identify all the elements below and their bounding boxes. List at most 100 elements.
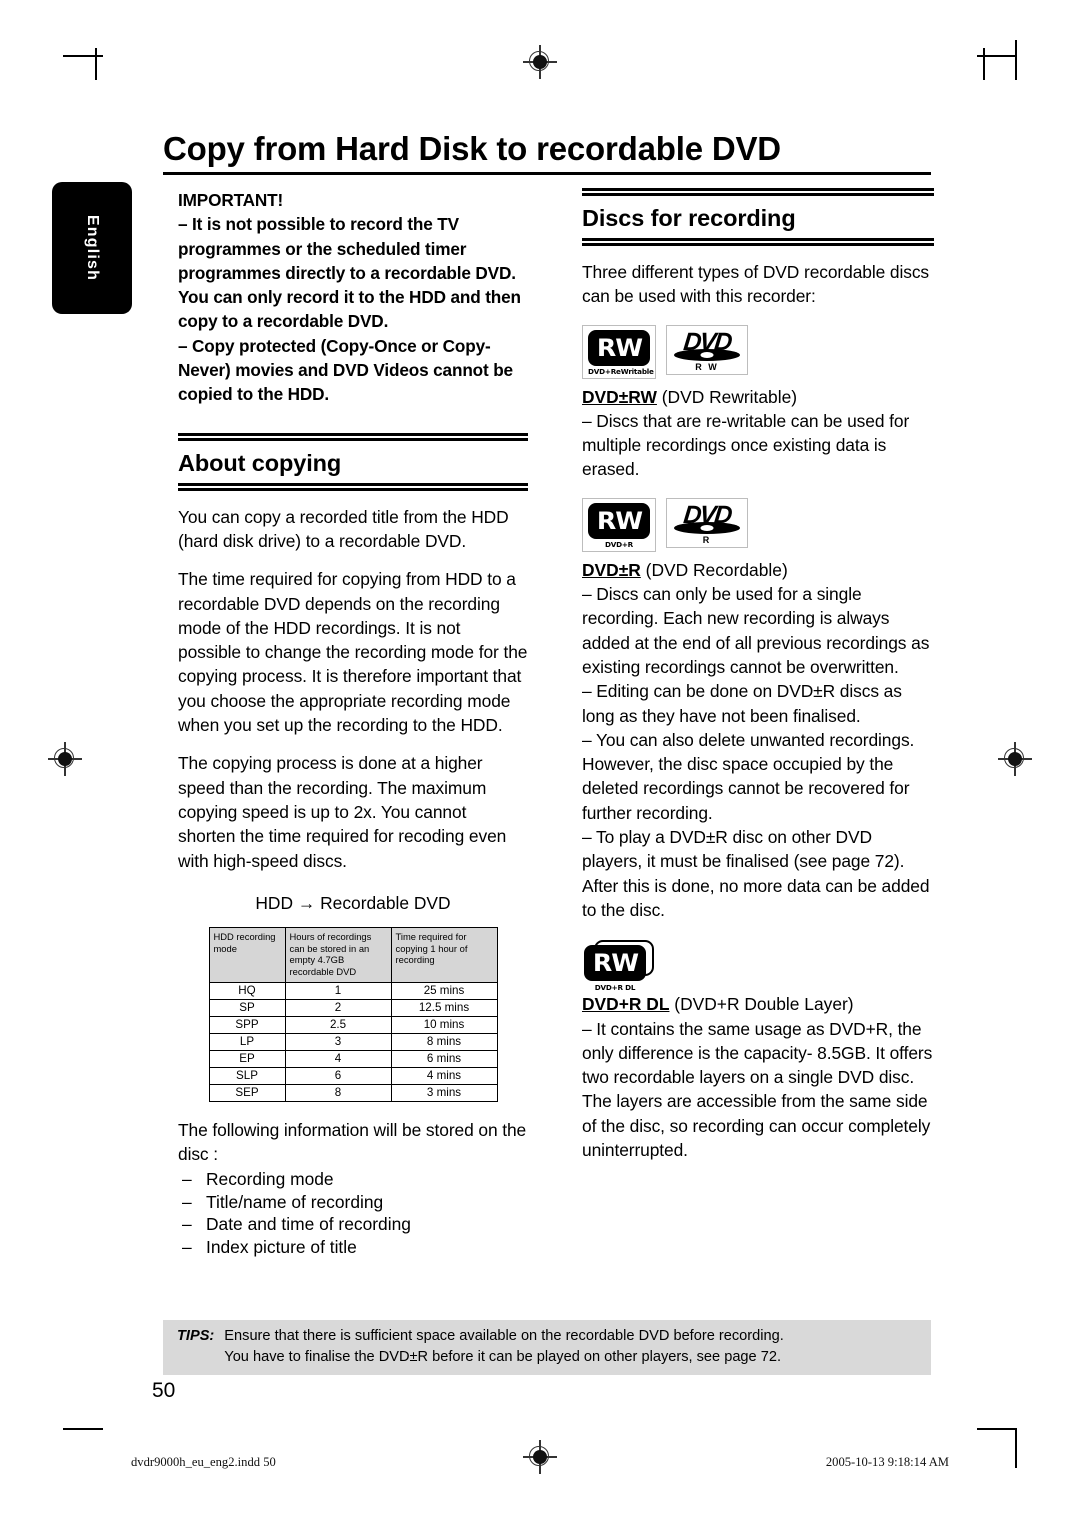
table-cell-time: 6 mins xyxy=(390,1049,498,1068)
dvd-r-title-rest: (DVD Recordable) xyxy=(640,559,788,580)
section-rule-bottom xyxy=(582,238,934,246)
page-number: 50 xyxy=(152,1379,176,1402)
crop-mark-top-left xyxy=(63,55,103,57)
dvd-rw-title: DVD±RW (DVD Rewritable) xyxy=(582,385,934,409)
tips-line-2: You have to finalise the DVD±R before it… xyxy=(224,1349,782,1365)
tips-bar: TIPS: Ensure that there is sufficient sp… xyxy=(163,1320,931,1375)
about-copying-section-header: About copying xyxy=(178,432,528,491)
list-item: – Index picture of title xyxy=(178,1236,528,1259)
table-cell-mode: SP xyxy=(208,998,286,1017)
dvd-r-body-3: – You can also delete unwanted recording… xyxy=(582,729,915,823)
dvd-rw-title-bold: DVD±RW xyxy=(582,386,657,407)
dvd-r-title-bold: DVD±R xyxy=(582,559,641,580)
dvd-r-body-2: – Editing can be done on DVD±R discs as … xyxy=(582,681,902,726)
dvd-plus-r-dl-logo: RW DVD+R DL xyxy=(582,940,656,992)
footer-filename: dvdr9000h_eu_eng2.indd 50 xyxy=(131,1455,276,1469)
table-cell-hours: 6 xyxy=(284,1066,392,1085)
registration-mark-bottom xyxy=(523,1440,557,1474)
dvd-disc-rw-logo: DVD R W xyxy=(666,324,748,375)
dvd-logo-subtitle: R xyxy=(702,534,712,545)
dvd-rw-logo-row: RW DVD+ReWritable DVD R W xyxy=(582,324,934,379)
tips-lines: Ensure that there is sufficient space av… xyxy=(224,1326,783,1368)
stored-info-intro: The following information will be stored… xyxy=(178,1119,527,1164)
dvd-plus-r-logo: RW DVD+R xyxy=(582,497,656,552)
dvd-rw-body: – Discs that are re-writable can be used… xyxy=(582,410,910,480)
list-item-label: Title/name of recording xyxy=(206,1191,384,1212)
table-cell-hours: 2.5 xyxy=(284,1015,392,1034)
list-item: – Date and time of recording xyxy=(178,1213,528,1236)
about-copying-heading: About copying xyxy=(178,449,342,476)
rw-glyph-icon: RW xyxy=(592,949,638,978)
page-title: Copy from Hard Disk to recordable DVD xyxy=(163,130,781,167)
tips-label: TIPS: xyxy=(177,1328,215,1344)
dvd-r-dl-title-bold: DVD+R DL xyxy=(582,994,670,1015)
stored-info-list: – Recording mode – Title/name of recording… xyxy=(178,1168,528,1258)
section-rule-top xyxy=(178,432,528,441)
rw-glyph-icon: RW xyxy=(596,506,642,535)
table-cell-mode: SLP xyxy=(208,1066,286,1085)
dvd-r-body-4: – To play a DVD±R disc on other DVD play… xyxy=(582,827,930,920)
edge-bar-right-bottom xyxy=(1015,1428,1017,1468)
table-cell-hours: 1 xyxy=(284,981,392,1000)
dvd-r-body-1: – Discs can only be used for a single re… xyxy=(582,584,930,677)
registration-mark-left xyxy=(48,742,82,776)
crop-mark-bottom-left xyxy=(63,1428,103,1430)
table-cell-hours: 3 xyxy=(284,1032,392,1051)
important-paragraph-1: – It is not possible to record the TV pr… xyxy=(178,214,521,332)
discs-for-recording-heading: Discs for recording xyxy=(582,205,796,231)
important-heading: IMPORTANT! xyxy=(178,190,284,210)
table-cell-time: 12.5 mins xyxy=(390,998,498,1017)
table-row: SP 2 12.5 mins xyxy=(208,998,498,1017)
registration-mark-right xyxy=(998,742,1032,776)
list-item: – Title/name of recording xyxy=(178,1191,528,1214)
left-column: IMPORTANT! – It is not possible to recor… xyxy=(178,188,528,1258)
dvd-logo-subtitle: R W xyxy=(695,361,719,372)
dash-bullet: – xyxy=(182,1191,192,1212)
dvd-rw-title-rest: (DVD Rewritable) xyxy=(656,386,798,407)
registration-mark-top xyxy=(523,45,557,79)
tips-line-1: Ensure that there is sufficient space av… xyxy=(224,1328,784,1344)
table-header-cell-mode: HDD recording mode xyxy=(208,927,286,983)
table-cell-mode: HQ xyxy=(208,981,286,1000)
hdd-recording-table: HDD recording mode Hours of recordings c… xyxy=(208,927,498,1102)
section-rule-bottom xyxy=(178,482,528,491)
table-header-cell-hours: Hours of recordings can be stored in an … xyxy=(284,927,392,983)
dvd-r-dl-body: – It contains the same usage as DVD+R, t… xyxy=(582,1018,933,1161)
dvd-r-dl-title: DVD+R DL (DVD+R Double Layer) xyxy=(582,992,934,1016)
crop-mark-top-right-vertical xyxy=(983,48,985,80)
table-cell-hours: 8 xyxy=(284,1083,392,1102)
about-copying-paragraph-2: The time required for copying from HDD t… xyxy=(178,569,528,736)
dvd-disc-r-logo: DVD R xyxy=(666,497,748,548)
right-column: Discs for recording Three different type… xyxy=(582,188,934,1162)
table-cell-hours: 2 xyxy=(284,998,392,1017)
dvd-plus-rewritable-logo: RW DVD+ReWritable xyxy=(582,324,656,379)
table-row: EP 4 6 mins xyxy=(208,1049,498,1068)
crop-mark-top-left-vertical xyxy=(95,48,97,80)
list-item-label: Date and time of recording xyxy=(206,1214,411,1235)
about-copying-paragraph-3: The copying process is done at a higher … xyxy=(178,753,507,871)
rw-logo-caption: DVD+R xyxy=(604,539,634,549)
dvd-r-title: DVD±R (DVD Recordable) xyxy=(582,558,934,582)
table-cell-time: 8 mins xyxy=(390,1032,498,1051)
dvd-r-dl-title-rest: (DVD+R Double Layer) xyxy=(669,994,854,1015)
table-cell-time: 10 mins xyxy=(390,1015,498,1034)
footer-timestamp: 2005-10-13 9:18:14 AM xyxy=(825,1455,949,1469)
dvd-r-logo-row: RW DVD+R DVD R xyxy=(582,497,934,552)
table-cell-time: 25 mins xyxy=(390,981,498,1000)
rw-glyph-icon: RW xyxy=(596,333,642,362)
table-cell-mode: EP xyxy=(208,1049,286,1068)
edge-bar-right-top xyxy=(1015,40,1017,80)
table-cell-mode: SPP xyxy=(208,1015,286,1034)
table-row: SLP 6 4 mins xyxy=(208,1066,498,1085)
hdd-to-dvd-flow-caption: HDD → Recordable DVD xyxy=(255,892,451,913)
table-header-cell-time: Time required for copying 1 hour of reco… xyxy=(390,927,498,983)
list-item-label: Index picture of title xyxy=(206,1236,357,1257)
stored-info-block: The following information will be stored… xyxy=(178,1118,528,1259)
crop-mark-bottom-right xyxy=(977,1428,1017,1430)
table-cell-time: 4 mins xyxy=(390,1066,498,1085)
important-block: IMPORTANT! – It is not possible to recor… xyxy=(178,188,528,407)
dash-bullet: – xyxy=(182,1169,192,1190)
language-tab: English xyxy=(52,182,132,314)
table-cell-mode: SEP xyxy=(208,1083,286,1102)
rw-logo-caption: DVD+ReWritable xyxy=(588,366,654,376)
